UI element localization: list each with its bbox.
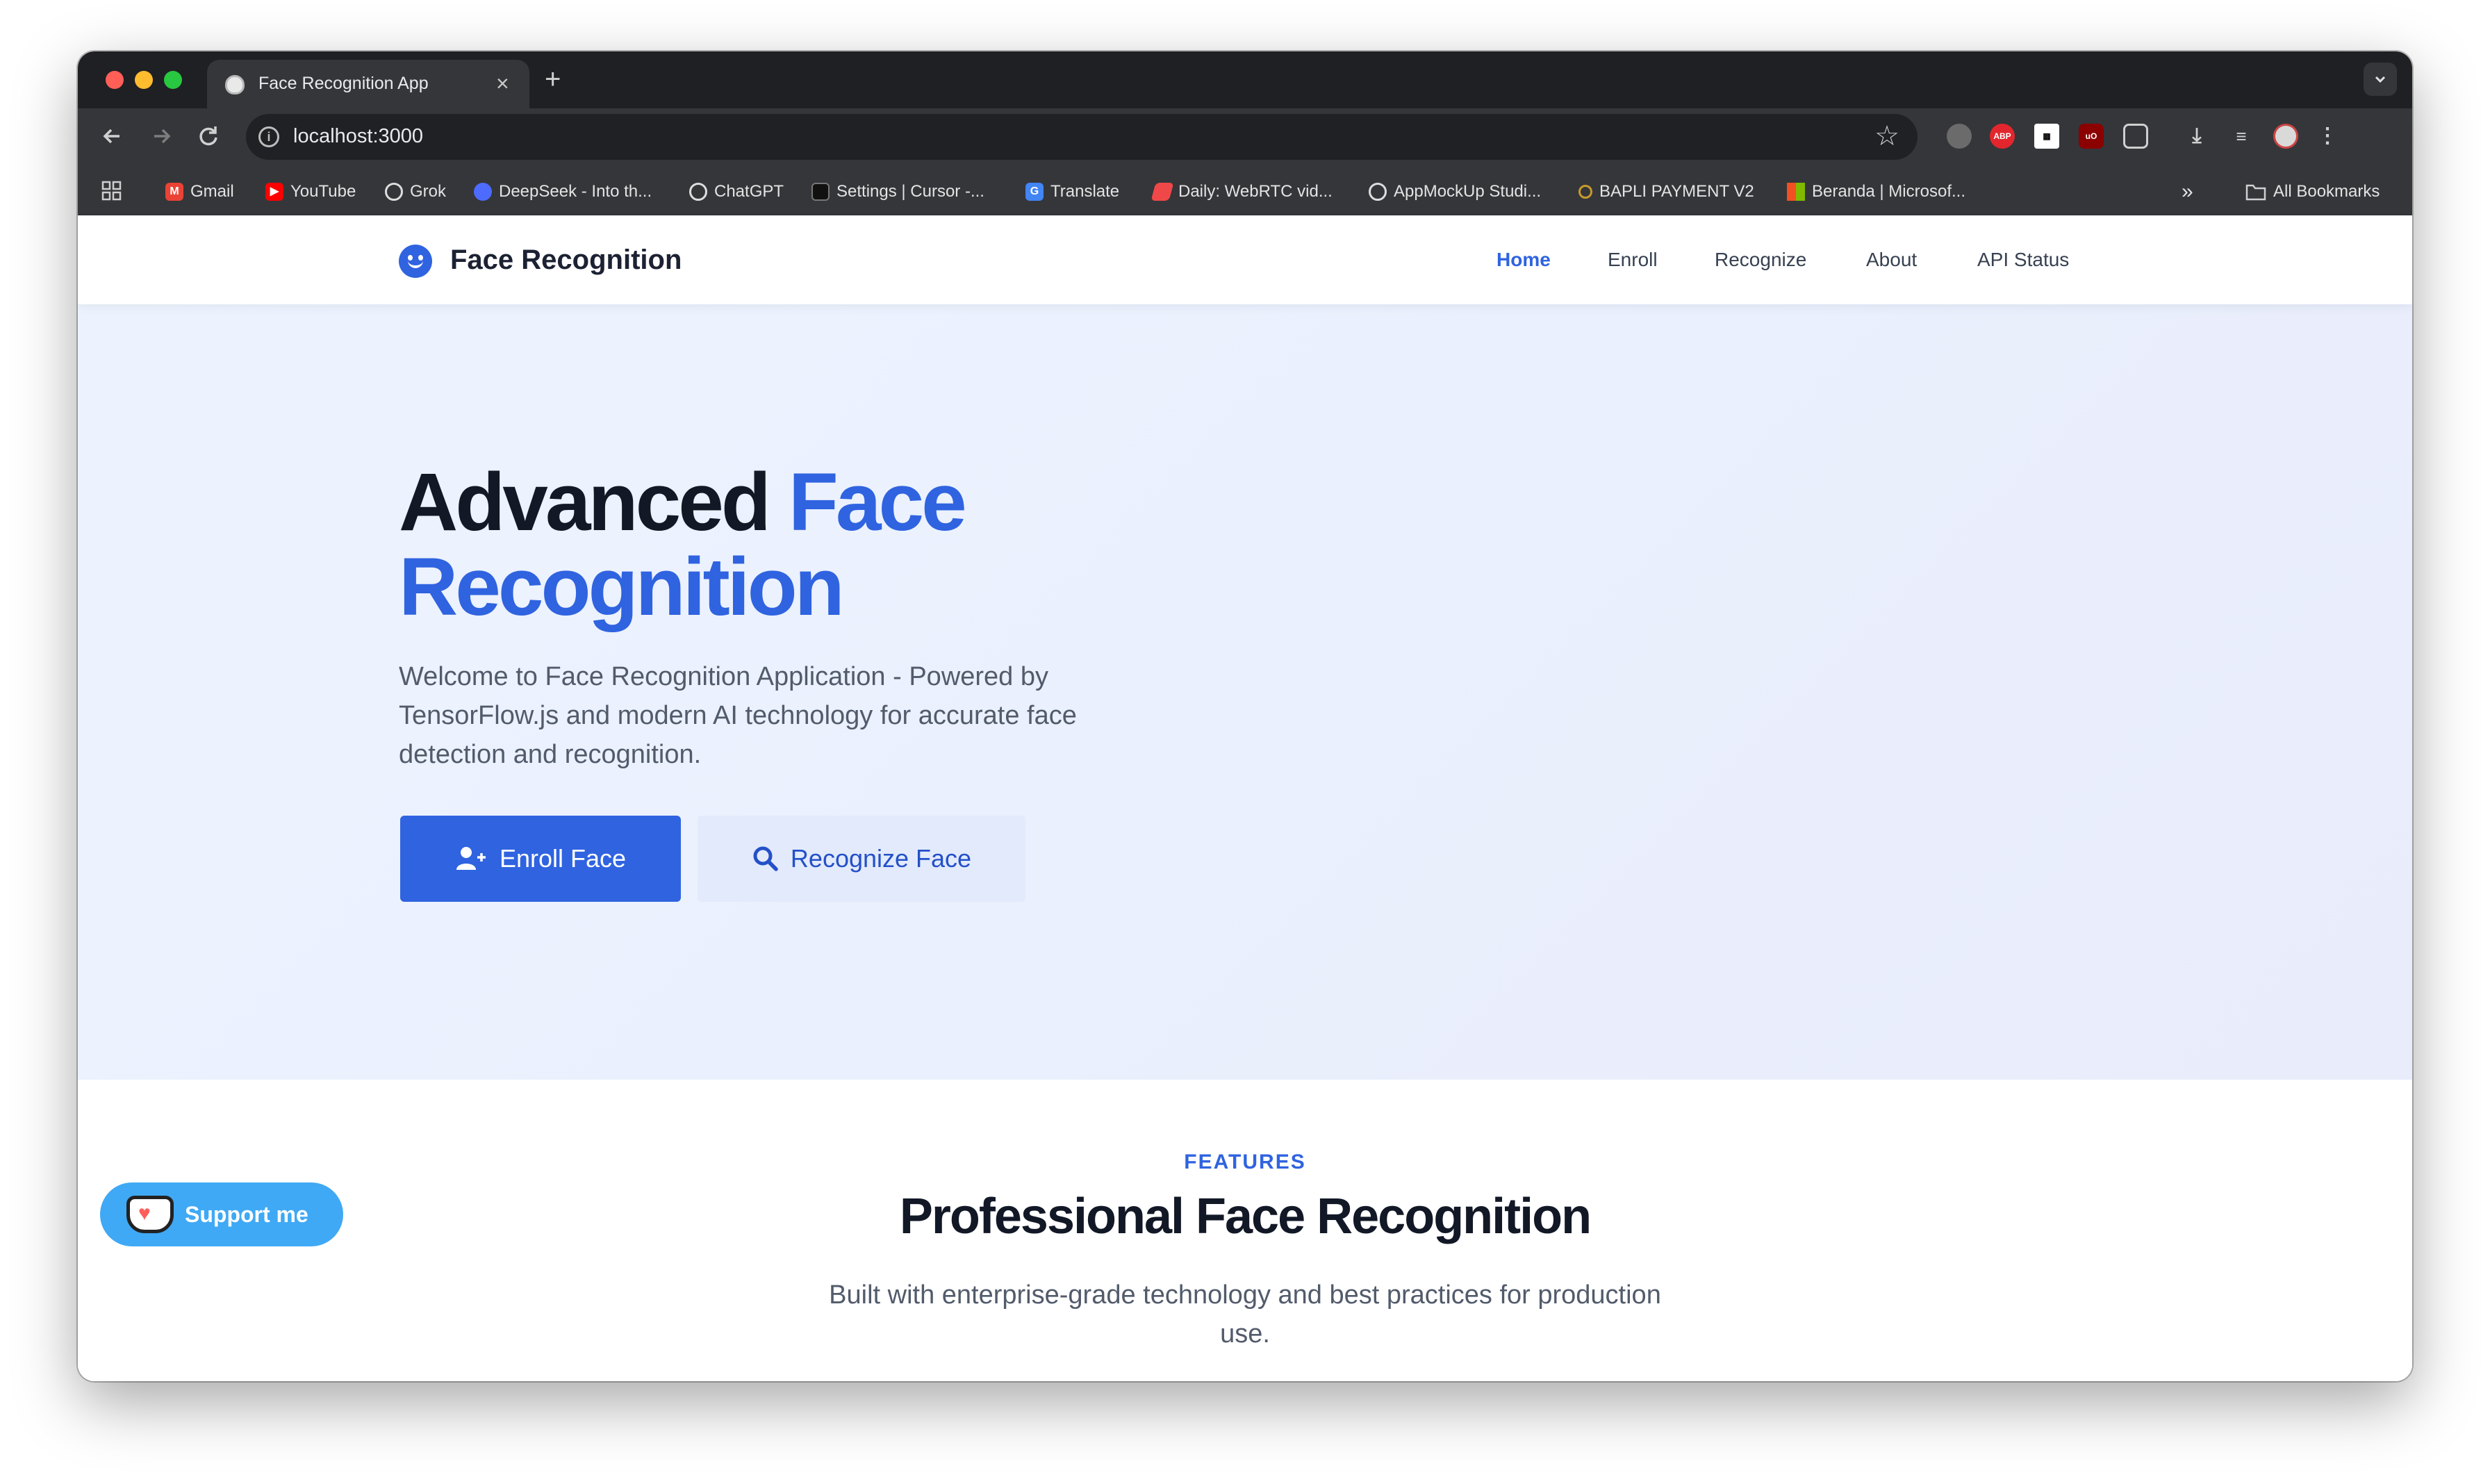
reload-icon[interactable] bbox=[195, 122, 222, 150]
bookmark-appmockup[interactable]: AppMockUp Studi... bbox=[1369, 181, 1541, 203]
bookmark-label: Beranda | Microsof... bbox=[1812, 182, 1965, 201]
bookmark-bapli[interactable]: BAPLI PAYMENT V2 bbox=[1578, 181, 1754, 203]
appmockup-icon bbox=[1369, 183, 1387, 201]
hero-description: Welcome to Face Recognition Application … bbox=[399, 662, 1077, 769]
reading-list-icon[interactable]: ≡ bbox=[2229, 124, 2254, 149]
daily-icon bbox=[1151, 183, 1174, 201]
nav-about[interactable]: About bbox=[1866, 249, 1917, 271]
browser-toolbar: i localhost:3000 ☆ ABP ▦ uO ⤓ ≡ ⋮ bbox=[78, 108, 2412, 167]
nav-recognize[interactable]: Recognize bbox=[1715, 249, 1806, 271]
enroll-face-button[interactable]: Enroll Face bbox=[400, 816, 681, 902]
bookmark-daily[interactable]: Daily: WebRTC vid... bbox=[1151, 181, 1333, 203]
features-eyebrow: FEATURES bbox=[1184, 1151, 1306, 1173]
site-navbar: Face Recognition Home Enroll Recognize A… bbox=[78, 215, 2412, 304]
bookmark-translate[interactable]: G Translate bbox=[1025, 181, 1119, 203]
close-tab-icon[interactable]: × bbox=[496, 71, 509, 96]
hero-title-accent: Recognition bbox=[399, 541, 845, 633]
microsoft-icon bbox=[1787, 183, 1805, 201]
bookmark-cursor[interactable]: Settings | Cursor -... bbox=[811, 181, 984, 203]
chevron-down-icon bbox=[2375, 76, 2386, 83]
smiley-face-icon[interactable] bbox=[399, 245, 432, 278]
shield-icon bbox=[225, 75, 245, 94]
tab-title: Face Recognition App bbox=[258, 74, 429, 93]
bookmark-microsoft[interactable]: Beranda | Microsof... bbox=[1787, 181, 1965, 203]
page-content: Face Recognition Home Enroll Recognize A… bbox=[78, 215, 2412, 1381]
bookmark-label: ChatGPT bbox=[714, 182, 784, 201]
bookmark-label: Grok bbox=[410, 182, 447, 201]
browser-window: Face Recognition App × + i localhost:300… bbox=[78, 51, 2412, 1381]
hero-title-accent: Face bbox=[788, 456, 967, 548]
nav-home[interactable]: Home bbox=[1497, 249, 1551, 271]
features-title: Professional Face Recognition bbox=[899, 1189, 1592, 1244]
more-bookmarks-button[interactable]: » bbox=[2182, 180, 2193, 203]
bookmark-gmail[interactable]: M Gmail bbox=[165, 181, 234, 203]
youtube-icon: ▶ bbox=[265, 183, 283, 201]
brand-name[interactable]: Face Recognition bbox=[450, 245, 682, 276]
apps-grid-icon[interactable] bbox=[101, 181, 122, 201]
close-window-button[interactable] bbox=[106, 71, 124, 89]
extensions-puzzle-icon[interactable] bbox=[2123, 124, 2148, 149]
bookmark-deepseek[interactable]: DeepSeek - Into th... bbox=[474, 181, 652, 203]
gmail-icon: M bbox=[165, 183, 183, 201]
browser-menu-icon[interactable]: ⋮ bbox=[2315, 124, 2340, 149]
user-plus-icon bbox=[456, 847, 486, 870]
new-tab-button[interactable]: + bbox=[545, 65, 561, 93]
bookmarks-bar: M Gmail ▶ YouTube Grok DeepSeek - Into t… bbox=[78, 167, 2412, 215]
bookmark-label: Gmail bbox=[190, 182, 234, 201]
cursor-icon bbox=[811, 183, 830, 201]
nav-api-status[interactable]: API Status bbox=[1977, 249, 2069, 271]
bookmark-chatgpt[interactable]: ChatGPT bbox=[689, 181, 784, 203]
globe-extension-icon[interactable] bbox=[1947, 124, 1972, 149]
translate-icon: G bbox=[1025, 183, 1044, 201]
enroll-face-label: Enroll Face bbox=[499, 844, 627, 873]
ublock-extension-icon[interactable]: uO bbox=[2079, 124, 2104, 149]
search-icon bbox=[753, 846, 778, 871]
bookmark-label: YouTube bbox=[290, 182, 356, 201]
bookmark-grok[interactable]: Grok bbox=[385, 181, 446, 203]
tab-strip: Face Recognition App × + bbox=[78, 51, 2412, 108]
bookmark-star-icon[interactable]: ☆ bbox=[1874, 121, 1899, 151]
grok-icon bbox=[385, 183, 403, 201]
bookmark-label: Translate bbox=[1050, 182, 1120, 201]
maximize-window-button[interactable] bbox=[164, 71, 182, 89]
address-bar[interactable]: i localhost:3000 ☆ bbox=[246, 114, 1918, 160]
nav-enroll[interactable]: Enroll bbox=[1608, 249, 1658, 271]
bookmark-youtube[interactable]: ▶ YouTube bbox=[265, 181, 356, 203]
ko-fi-cup-icon: ♥ bbox=[126, 1196, 174, 1233]
features-section: FEATURES Professional Face Recognition B… bbox=[78, 1080, 2412, 1381]
profile-avatar[interactable] bbox=[2273, 124, 2298, 149]
site-info-icon[interactable]: i bbox=[258, 126, 279, 147]
support-me-button[interactable]: ♥ Support me bbox=[100, 1182, 343, 1246]
recognize-face-button[interactable]: Recognize Face bbox=[698, 816, 1025, 902]
chatgpt-icon bbox=[689, 183, 707, 201]
hero-title-word: Advanced bbox=[399, 456, 771, 548]
heart-icon: ♥ bbox=[138, 1202, 151, 1225]
deepseek-icon bbox=[474, 183, 492, 201]
url-text[interactable]: localhost:3000 bbox=[293, 125, 423, 148]
tab-search-button[interactable] bbox=[2364, 63, 2397, 96]
active-tab[interactable]: Face Recognition App × bbox=[207, 60, 529, 108]
adblock-extension-icon[interactable]: ABP bbox=[1990, 124, 2015, 149]
minimize-window-button[interactable] bbox=[135, 71, 153, 89]
qr-extension-icon[interactable]: ▦ bbox=[2034, 124, 2059, 149]
all-bookmarks-label: All Bookmarks bbox=[2273, 182, 2380, 201]
mouth bbox=[408, 260, 423, 268]
bookmark-label: Daily: WebRTC vid... bbox=[1178, 182, 1333, 201]
support-me-label: Support me bbox=[185, 1201, 308, 1227]
download-icon[interactable]: ⤓ bbox=[2184, 124, 2209, 149]
features-description: Built with enterprise-grade technology a… bbox=[829, 1280, 1661, 1349]
hero-section: Advanced Face Recognition Welcome to Fac… bbox=[78, 304, 2412, 1080]
bapli-icon bbox=[1578, 185, 1592, 199]
back-icon[interactable] bbox=[99, 122, 126, 150]
all-bookmarks-button[interactable]: All Bookmarks bbox=[2245, 181, 2380, 203]
folder-icon bbox=[2245, 184, 2266, 201]
recognize-face-label: Recognize Face bbox=[790, 844, 972, 873]
hero-title: Advanced Face Recognition bbox=[399, 460, 1371, 629]
bookmark-label: Settings | Cursor -... bbox=[836, 182, 984, 201]
bookmark-label: BAPLI PAYMENT V2 bbox=[1599, 182, 1754, 201]
forward-icon[interactable] bbox=[147, 122, 175, 150]
bookmark-label: AppMockUp Studi... bbox=[1394, 182, 1542, 201]
bookmark-label: DeepSeek - Into th... bbox=[499, 182, 652, 201]
